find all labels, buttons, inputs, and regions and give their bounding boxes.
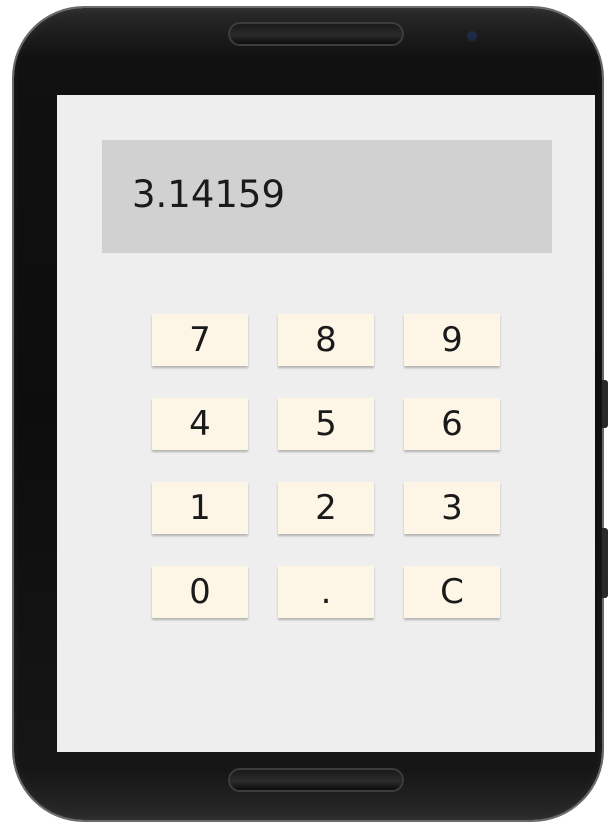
side-button-lower bbox=[602, 528, 608, 598]
calculator-display: 3.14159 bbox=[102, 140, 552, 253]
phone-frame: 3.14159 7 8 9 4 5 6 1 2 3 0 . C bbox=[14, 8, 608, 820]
key-7-button[interactable]: 7 bbox=[152, 314, 248, 366]
key-6-button[interactable]: 6 bbox=[404, 398, 500, 450]
key-1-button[interactable]: 1 bbox=[152, 482, 248, 534]
key-5-button[interactable]: 5 bbox=[278, 398, 374, 450]
earpiece-speaker bbox=[228, 22, 404, 46]
key-2-button[interactable]: 2 bbox=[278, 482, 374, 534]
key-9-button[interactable]: 9 bbox=[404, 314, 500, 366]
app-screen: 3.14159 7 8 9 4 5 6 1 2 3 0 . C bbox=[57, 95, 595, 752]
display-value: 3.14159 bbox=[132, 173, 286, 216]
clear-button[interactable]: C bbox=[404, 566, 500, 618]
side-button-upper bbox=[602, 380, 608, 428]
key-0-button[interactable]: 0 bbox=[152, 566, 248, 618]
front-camera bbox=[468, 32, 476, 40]
key-4-button[interactable]: 4 bbox=[152, 398, 248, 450]
bottom-speaker bbox=[228, 768, 404, 792]
key-8-button[interactable]: 8 bbox=[278, 314, 374, 366]
key-3-button[interactable]: 3 bbox=[404, 482, 500, 534]
decimal-point-button[interactable]: . bbox=[278, 566, 374, 618]
